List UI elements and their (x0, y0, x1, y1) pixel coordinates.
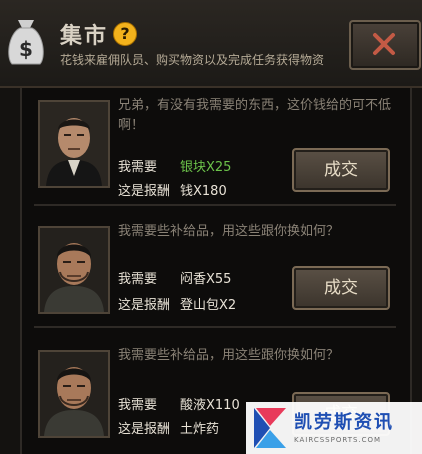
reward-label: 这是报酬 (118, 422, 171, 437)
help-icon[interactable]: ? (113, 22, 137, 46)
offer-item: 兄弟，有没有我需要的东西，这价钱给的可不低啊！ 我需要 银块X25 这是报酬 钱… (34, 96, 396, 214)
merchant-face-image (40, 352, 108, 436)
need-value: 闷香X55 (180, 272, 232, 287)
divider (34, 204, 396, 206)
merchant-portrait (38, 100, 110, 188)
money-bag-icon: $ (8, 20, 44, 65)
offer-message: 我需要些补给品，用这些跟你换如何？ (118, 224, 340, 239)
need-value: 银块X25 (180, 160, 232, 175)
divider (34, 326, 396, 328)
watermark-site: KAIRCSSPORTS.COM (294, 436, 382, 444)
close-icon (373, 33, 395, 55)
offer-item: 我需要些补给品，用这些跟你换如何？ 我需要 闷香X55 这是报酬 登山包X2 成… (34, 222, 396, 340)
need-label: 我需要 (118, 272, 158, 287)
market-header: $ 集市 ? 花钱来雇佣队员、购买物资以及完成任务获得物资 (0, 0, 422, 88)
need-label: 我需要 (118, 160, 158, 175)
dollar-sign: $ (19, 37, 33, 61)
watermark-logo-icon (254, 408, 286, 448)
offer-message: 兄弟，有没有我需要的东西，这价钱给的可不低啊！ (118, 98, 392, 133)
page-subtitle: 花钱来雇佣队员、购买物资以及完成任务获得物资 (60, 53, 325, 67)
page-title: 集市 (60, 24, 109, 49)
merchant-face-image (40, 102, 108, 186)
reward-value: 钱X180 (180, 184, 227, 199)
reward-label: 这是报酬 (118, 298, 171, 313)
reward-value: 土炸药 (180, 422, 220, 437)
need-value: 酸液X110 (180, 398, 240, 413)
close-button[interactable] (349, 20, 421, 70)
watermark: 凯劳斯资讯 KAIRCSSPORTS.COM (246, 402, 422, 454)
merchant-face-image (40, 228, 108, 312)
watermark-name: 凯劳斯资讯 (294, 412, 394, 433)
offer-message: 我需要些补给品，用这些跟你换如何？ (118, 348, 340, 363)
deal-button[interactable]: 成交 (292, 266, 390, 310)
reward-label: 这是报酬 (118, 184, 171, 199)
deal-button[interactable]: 成交 (292, 148, 390, 192)
merchant-portrait (38, 350, 110, 438)
reward-value: 登山包X2 (180, 298, 237, 313)
offer-list[interactable]: 兄弟，有没有我需要的东西，这价钱给的可不低啊！ 我需要 银块X25 这是报酬 钱… (20, 88, 412, 454)
need-label: 我需要 (118, 398, 158, 413)
merchant-portrait (38, 226, 110, 314)
